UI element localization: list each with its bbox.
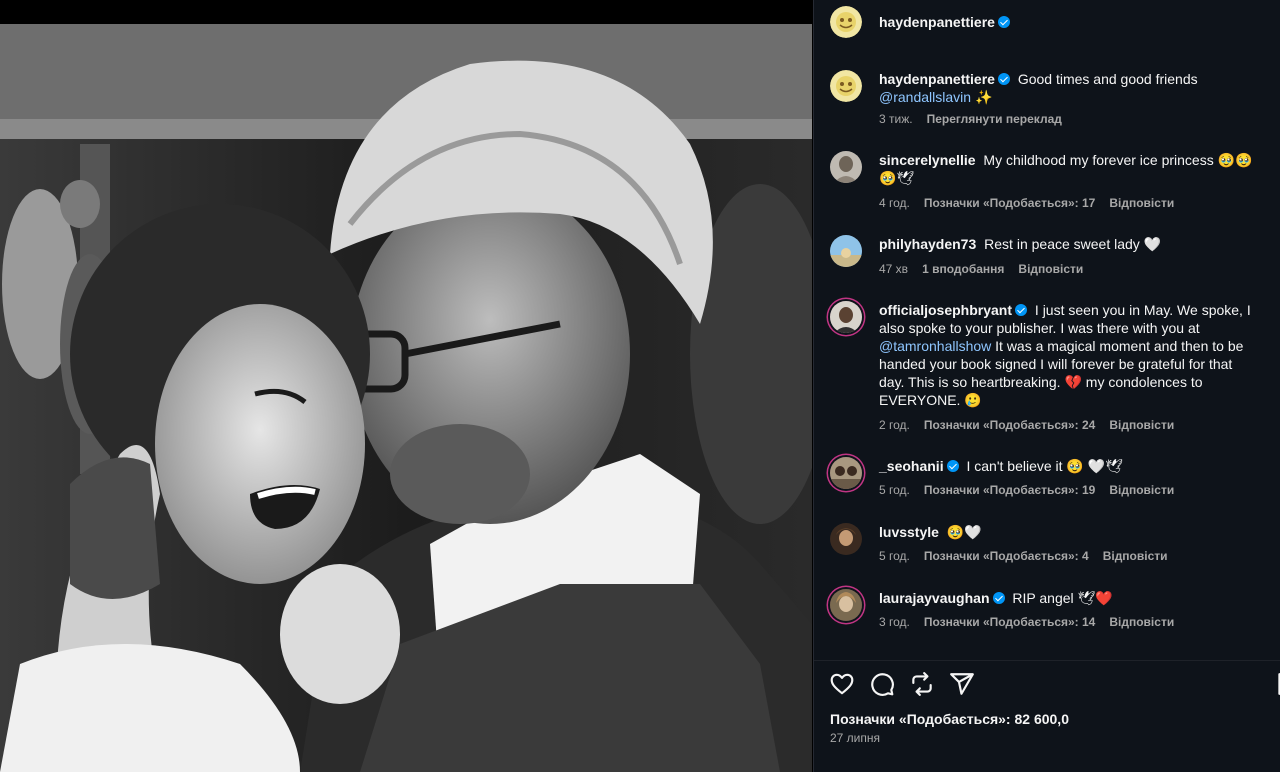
comment-text: I can't believe it 🥹 🤍🕊	[966, 458, 1123, 474]
post-actions	[814, 660, 1280, 704]
comment-likes[interactable]: Позначки «Подобається»: 14	[924, 615, 1095, 629]
post-photo[interactable]	[0, 0, 812, 772]
comment-likes[interactable]: Позначки «Подобається»: 19	[924, 483, 1095, 497]
commenter-avatar[interactable]	[830, 235, 862, 267]
comment-age: 5 год.	[879, 483, 910, 497]
author-avatar[interactable]	[830, 6, 862, 38]
commenter-avatar[interactable]	[830, 523, 862, 555]
verified-icon	[946, 460, 959, 472]
commenter-avatar[interactable]	[830, 589, 862, 621]
caption-age: 3 тиж.	[879, 112, 913, 126]
post-side-panel: haydenpanettiere haydenpanettiere Good t…	[813, 0, 1280, 772]
reply-button[interactable]: Відповісти	[1018, 262, 1083, 276]
photo-top-bar	[0, 0, 812, 24]
comment-age: 5 год.	[879, 549, 910, 563]
post-date: 27 липня	[830, 731, 881, 745]
verified-icon	[997, 73, 1010, 85]
heart-icon[interactable]	[829, 671, 855, 697]
repost-icon[interactable]	[909, 671, 935, 697]
reply-button[interactable]: Відповісти	[1109, 418, 1174, 432]
comment-username[interactable]: laurajayvaughan	[879, 590, 1005, 606]
commenter-avatar[interactable]	[830, 301, 862, 333]
comment-username[interactable]: philyhayden73	[879, 236, 976, 252]
caption-text: Good times and good friends	[1017, 71, 1198, 87]
comment-mention[interactable]: @tamronhallshow	[879, 338, 991, 354]
reply-button[interactable]: Відповісти	[1109, 196, 1174, 210]
comment-text: 🥹🤍	[946, 524, 982, 540]
translate-link[interactable]: Переглянути переклад	[927, 112, 1062, 126]
post-image	[0, 24, 812, 772]
send-icon[interactable]	[949, 671, 975, 697]
commenter-avatar[interactable]	[830, 457, 862, 489]
comment-icon[interactable]	[869, 671, 895, 697]
commenter-avatar[interactable]	[830, 151, 862, 183]
comment-text: Rest in peace sweet lady 🤍	[984, 236, 1162, 252]
caption-emoji: ✨	[974, 89, 993, 105]
comment-likes[interactable]: 1 вподобання	[922, 262, 1004, 276]
comment-username[interactable]: _seohanii	[879, 458, 959, 474]
comment-likes[interactable]: Позначки «Подобається»: 17	[924, 196, 1095, 210]
bookmark-icon[interactable]	[1274, 671, 1280, 697]
reply-button[interactable]: Відповісти	[1109, 483, 1174, 497]
comment-likes[interactable]: Позначки «Подобається»: 24	[924, 418, 1095, 432]
comment-username[interactable]: luvsstyle	[879, 524, 939, 540]
comment-age: 4 год.	[879, 196, 910, 210]
comment-username[interactable]: officialjosephbryant	[879, 302, 1028, 318]
caption-username[interactable]: haydenpanettiere	[879, 71, 1010, 87]
caption-mention[interactable]: @randallslavin	[879, 89, 971, 105]
like-count[interactable]: Позначки «Подобається»: 82 600,0	[830, 711, 1069, 727]
comment-age: 3 год.	[879, 615, 910, 629]
verified-icon	[997, 16, 1010, 28]
comment-likes[interactable]: Позначки «Подобається»: 4	[924, 549, 1089, 563]
reply-button[interactable]: Відповісти	[1109, 615, 1174, 629]
comment-text: RIP angel 🕊❤️	[1012, 590, 1113, 606]
author-avatar[interactable]	[830, 70, 862, 102]
reply-button[interactable]: Відповісти	[1103, 549, 1168, 563]
verified-icon	[1015, 304, 1028, 316]
comment-username[interactable]: sincerelynellie	[879, 152, 976, 168]
verified-icon	[992, 592, 1005, 604]
post-header: haydenpanettiere	[814, 0, 1280, 48]
comment-age: 47 хв	[879, 262, 909, 276]
author-username[interactable]: haydenpanettiere	[879, 14, 1010, 30]
comment-age: 2 год.	[879, 418, 910, 432]
